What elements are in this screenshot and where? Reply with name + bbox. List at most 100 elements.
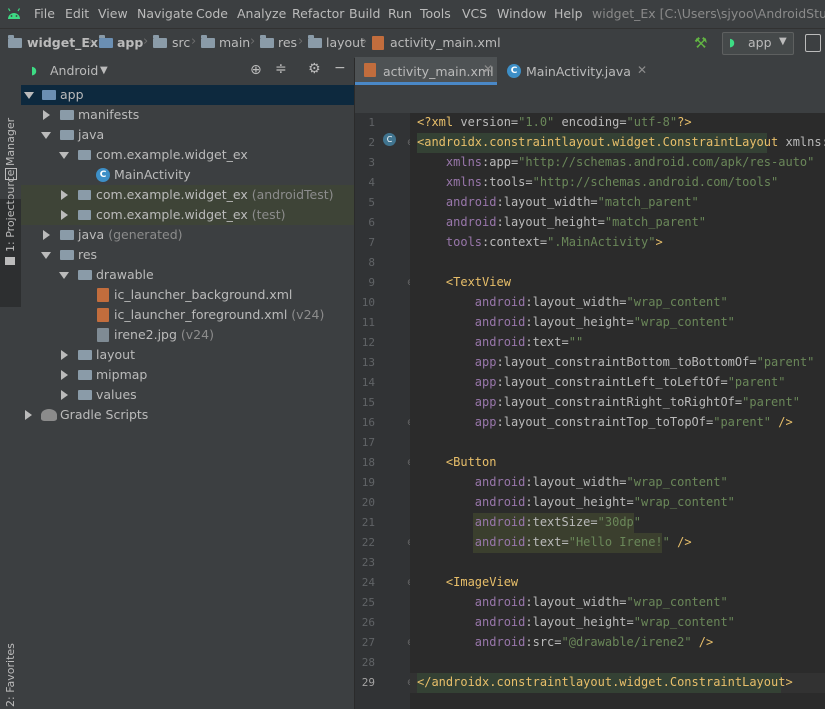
- folder-icon: [201, 35, 215, 48]
- crumb-layout[interactable]: layout: [326, 35, 365, 50]
- tree-item-res[interactable]: res: [21, 245, 354, 265]
- menu-run[interactable]: Run: [388, 6, 412, 21]
- crumb-module[interactable]: app: [117, 35, 143, 50]
- line-number: 15: [361, 396, 375, 409]
- tab-activity-main[interactable]: activity_main.xml ✕: [355, 57, 497, 85]
- gradle-icon: [41, 409, 57, 421]
- hammer-icon[interactable]: ⚒: [694, 34, 707, 52]
- menu-edit[interactable]: Edit: [65, 6, 89, 21]
- tree-item-label: java (generated): [78, 227, 183, 242]
- android-icon: ◗: [31, 64, 37, 77]
- android-logo-icon: [7, 8, 21, 19]
- tree-item-package-test[interactable]: com.example.widget_ex (test): [21, 205, 354, 225]
- tab-mainactivity[interactable]: C MainActivity.java ✕: [501, 57, 651, 85]
- android-icon: ◗: [729, 36, 735, 49]
- resource-manager-icon: [5, 168, 17, 180]
- folder-icon: [78, 270, 92, 280]
- run-config-label: app: [748, 35, 772, 50]
- tree-item-layout[interactable]: layout: [21, 345, 354, 365]
- tree-item-package[interactable]: com.example.widget_ex: [21, 145, 354, 165]
- menu-window[interactable]: Window: [497, 6, 546, 21]
- folder-icon: [60, 250, 74, 260]
- collapse-all-icon[interactable]: ≑: [275, 61, 287, 77]
- menu-bar: File Edit View Navigate Code Analyze Ref…: [0, 0, 825, 28]
- device-icon[interactable]: [805, 34, 821, 52]
- tree-item-ic-launcher-foreground[interactable]: ic_launcher_foreground.xml (v24): [21, 305, 354, 325]
- xml-file-icon: [364, 63, 376, 77]
- crumb-src[interactable]: src: [172, 35, 190, 50]
- menu-refactor[interactable]: Refactor: [292, 6, 344, 21]
- tree-item-java-generated[interactable]: java (generated): [21, 225, 354, 245]
- line-number: 20: [361, 496, 375, 509]
- tree-item-drawable[interactable]: drawable: [21, 265, 354, 285]
- folder-icon: [60, 110, 74, 120]
- line-number: 18: [361, 456, 375, 469]
- menu-file[interactable]: File: [34, 6, 55, 21]
- run-configuration-select[interactable]: ◗ app ▼: [722, 32, 794, 55]
- project-tree: app manifests java com.example.widget_ex…: [21, 85, 355, 709]
- tree-item-label: com.example.widget_ex (androidTest): [96, 187, 334, 202]
- menu-analyze[interactable]: Analyze: [237, 6, 286, 21]
- tree-item-ic-launcher-background[interactable]: ic_launcher_background.xml: [21, 285, 354, 305]
- menu-tools[interactable]: Tools: [420, 6, 451, 21]
- tree-item-package-androidtest[interactable]: com.example.widget_ex (androidTest): [21, 185, 354, 205]
- editor-toolbar: [355, 85, 825, 113]
- menu-view[interactable]: View: [98, 6, 128, 21]
- project-view-select[interactable]: Android: [50, 63, 98, 78]
- crumb-main[interactable]: main: [219, 35, 250, 50]
- code-editor[interactable]: <?xml version="1.0" encoding="utf-8"?> <a…: [410, 113, 825, 709]
- menu-build[interactable]: Build: [349, 6, 380, 21]
- code-line: xmlns:app="http://schemas.android.com/ap…: [445, 155, 815, 169]
- folder-icon: [78, 350, 92, 360]
- chevron-down-icon[interactable]: ▼: [100, 65, 108, 76]
- tree-item-gradle-scripts[interactable]: Gradle Scripts: [21, 405, 354, 425]
- class-gutter-icon[interactable]: C: [383, 133, 396, 146]
- code-line: android:layout_width="wrap_content": [474, 295, 728, 309]
- gear-icon[interactable]: ⚙: [308, 61, 321, 77]
- menu-help[interactable]: Help: [554, 6, 583, 21]
- tree-item-values[interactable]: values: [21, 385, 354, 405]
- class-icon: C: [96, 168, 110, 182]
- package-icon: [78, 150, 91, 160]
- close-icon[interactable]: ✕: [637, 63, 647, 77]
- tree-item-label: Gradle Scripts: [60, 407, 149, 422]
- tree-item-java[interactable]: java: [21, 125, 354, 145]
- tree-item-label: com.example.widget_ex: [96, 147, 248, 162]
- xml-file-icon: [372, 36, 384, 50]
- line-number: 3: [368, 156, 375, 169]
- line-number: 22: [361, 536, 375, 549]
- menu-vcs[interactable]: VCS: [462, 6, 487, 21]
- project-tab[interactable]: 1: Project: [4, 200, 17, 252]
- code-line: android:layout_height="wrap_content": [474, 615, 735, 629]
- crumb-res[interactable]: res: [278, 35, 297, 50]
- project-icon: [5, 257, 15, 265]
- line-number: 28: [361, 656, 375, 669]
- line-number: 12: [361, 336, 375, 349]
- tab-label: activity_main.xml: [383, 64, 494, 79]
- menu-navigate[interactable]: Navigate: [137, 6, 193, 21]
- tree-item-manifests[interactable]: manifests: [21, 105, 354, 125]
- locate-icon[interactable]: ⊕: [250, 62, 262, 78]
- code-line: app:layout_constraintBottom_toBottomOf="…: [474, 355, 815, 369]
- project-panel-header: ◗ Android ▼ ⊕ ≑ ⚙ −: [21, 57, 354, 86]
- tree-item-mainactivity[interactable]: C MainActivity: [21, 165, 354, 185]
- tree-item-mipmap[interactable]: mipmap: [21, 365, 354, 385]
- close-icon[interactable]: ✕: [483, 62, 493, 76]
- tree-item-app[interactable]: app: [21, 85, 354, 105]
- code-line: android:layout_width="wrap_content": [474, 595, 728, 609]
- tree-item-label: app: [60, 87, 84, 102]
- folder-icon: [308, 35, 322, 48]
- minimize-icon[interactable]: −: [334, 60, 346, 76]
- tree-item-label: MainActivity: [114, 167, 191, 182]
- crumb-file[interactable]: activity_main.xml: [390, 35, 501, 50]
- crumb-separator-icon: ›: [298, 34, 304, 49]
- favorites-tab[interactable]: 2: Favorites: [4, 643, 17, 707]
- line-number: 24: [361, 576, 375, 589]
- crumb-separator-icon: ›: [143, 34, 149, 49]
- line-number: 6: [368, 216, 375, 229]
- menu-code[interactable]: Code: [196, 6, 228, 21]
- package-icon: [78, 210, 91, 220]
- line-number: 23: [361, 556, 375, 569]
- editor-gutter: C 1 2 3 4 5 6 7 8 9 10 11 12 13 14 15 16…: [355, 113, 415, 709]
- tree-item-irene2[interactable]: irene2.jpg (v24): [21, 325, 354, 345]
